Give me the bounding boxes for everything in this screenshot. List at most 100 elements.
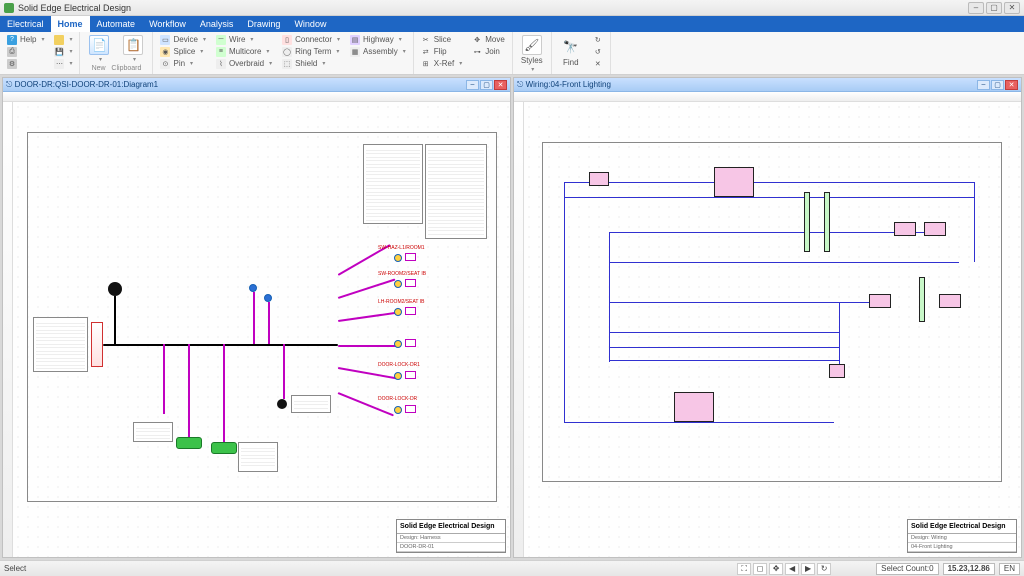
fan-node-2	[394, 280, 402, 288]
status-zoom-window[interactable]: ◻	[753, 563, 767, 575]
pane-wiring-close[interactable]: ✕	[1005, 80, 1018, 90]
pane-harness-close[interactable]: ✕	[494, 80, 507, 90]
help-button[interactable]: ?Help	[4, 34, 47, 45]
settings-button[interactable]: ⚙	[4, 58, 47, 69]
fan-label-6: DOOR-LOCK-DR	[378, 396, 417, 402]
wiring-tb-row0: Design: Wiring	[908, 534, 1016, 543]
pane-wiring-min[interactable]: –	[977, 80, 990, 90]
tab-electrical[interactable]: Electrical	[0, 16, 51, 32]
fan-tag-6	[405, 405, 416, 413]
window-minimize-button[interactable]: –	[968, 2, 984, 14]
tool-move[interactable]: ✥Move	[469, 34, 508, 45]
device-dot	[277, 399, 287, 409]
wiring-tb-main: Solid Edge Electrical Design	[908, 520, 1016, 534]
tab-window[interactable]: Window	[287, 16, 333, 32]
help-label: Help	[20, 35, 36, 44]
branch-up-2	[268, 302, 270, 344]
pane-harness-max[interactable]: ▢	[480, 80, 493, 90]
tab-workflow[interactable]: Workflow	[142, 16, 193, 32]
save-dropdown[interactable]: 💾	[51, 46, 75, 57]
statusbar: Select ⛶ ◻ ✥ ◀ ▶ ↻ Select Count:0 15.23,…	[0, 560, 1024, 576]
bw-mid4	[609, 332, 839, 333]
fan-tag-5	[405, 371, 416, 379]
wiring-canvas[interactable]: Solid Edge Electrical Design Design: Wir…	[524, 102, 1021, 557]
new-group-label: New	[92, 65, 106, 72]
ribbon-group-new: 📄 📋 New Clipboard	[80, 32, 153, 74]
insert-group-label	[157, 70, 408, 77]
comp-bar2	[824, 192, 830, 252]
insert-ringterm[interactable]: ◯Ring Term	[279, 46, 343, 57]
new-button[interactable]: 📄	[84, 34, 114, 64]
status-zoom-fit[interactable]: ⛶	[737, 563, 751, 575]
insert-highway[interactable]: ▤Highway	[347, 34, 409, 45]
insert-wire[interactable]: ─Wire	[213, 34, 275, 45]
pane-harness-titlebar[interactable]: ⎋ DOOR-DR:QSI-DOOR-DR-01:Diagram1 – ▢ ✕	[3, 78, 510, 92]
status-prev[interactable]: ◀	[785, 563, 799, 575]
app-title: Solid Edge Electrical Design	[18, 3, 131, 13]
fan-node-6	[394, 406, 402, 414]
comp-bot	[674, 392, 714, 422]
tool-slice[interactable]: ✂Slice	[418, 34, 465, 45]
pane-wiring-titlebar[interactable]: ⎋ Wiring:04-Front Lighting – ▢ ✕	[514, 78, 1021, 92]
bw-mid2	[609, 262, 959, 263]
tool-xref[interactable]: ⊞X-Ref	[418, 58, 465, 69]
wiring-tb-row1: 04-Front Lighting	[908, 543, 1016, 552]
harness-canvas[interactable]: SW-HAZ-L1/ROOM1 SW-ROOM2/SEAT IB LH-ROOM…	[13, 102, 510, 557]
fan-label-1: SW-HAZ-L1/ROOM1	[378, 245, 425, 251]
find-next[interactable]: ↻	[590, 34, 606, 45]
insert-assembly[interactable]: ▦Assembly	[347, 46, 409, 57]
ribbon-group-insert: ▭Device ◉Splice ⊙Pin ─Wire ≡Multicore ⌇O…	[153, 32, 413, 74]
harness-tb-row0: Design: Harness	[397, 534, 505, 543]
pane-wiring-max[interactable]: ▢	[991, 80, 1004, 90]
color-dropdown[interactable]	[51, 34, 75, 45]
comp-r1	[894, 222, 916, 236]
status-refresh[interactable]: ↻	[817, 563, 831, 575]
insert-multicore[interactable]: ≡Multicore	[213, 46, 275, 57]
wire-ground	[114, 296, 116, 344]
status-next[interactable]: ▶	[801, 563, 815, 575]
insert-connector[interactable]: ▯Connector	[279, 34, 343, 45]
tab-home[interactable]: Home	[51, 16, 90, 32]
insert-pin[interactable]: ⊙Pin	[157, 58, 208, 69]
insert-splice[interactable]: ◉Splice	[157, 46, 208, 57]
insert-shield[interactable]: ⬚Shield	[279, 58, 343, 69]
fan-label-3: LH-ROOM2/SEAT IB	[378, 299, 425, 305]
pane-harness-min[interactable]: –	[466, 80, 479, 90]
status-lang[interactable]: EN	[999, 563, 1020, 575]
harness-tb-main: Solid Edge Electrical Design	[397, 520, 505, 534]
branch-1-table	[133, 422, 173, 442]
fan-node-5	[394, 372, 402, 380]
find-button[interactable]: 🔭Find	[556, 34, 586, 69]
device-green-1	[176, 437, 202, 449]
comp-bar1	[804, 192, 810, 252]
find-cancel[interactable]: ✕	[590, 58, 606, 69]
window-maximize-button[interactable]: ▢	[986, 2, 1002, 14]
insert-device[interactable]: ▭Device	[157, 34, 208, 45]
branch-1	[163, 344, 165, 414]
tab-drawing[interactable]: Drawing	[240, 16, 287, 32]
window-close-button[interactable]: ✕	[1004, 2, 1020, 14]
workarea: ⎋ DOOR-DR:QSI-DOOR-DR-01:Diagram1 – ▢ ✕	[0, 75, 1024, 560]
harness-tb-row1: DOOR-DR-01	[397, 543, 505, 552]
tool-flip[interactable]: ⇄Flip	[418, 46, 465, 57]
harness-titleblock: Solid Edge Electrical Design Design: Har…	[396, 519, 506, 553]
paste-button[interactable]: 📋	[118, 34, 148, 64]
more-dropdown[interactable]: ⋯	[51, 58, 75, 69]
comp-top	[714, 167, 754, 197]
styles-button[interactable]: 🖌Styles	[517, 34, 547, 74]
device-ground	[108, 282, 122, 296]
comp-m2	[939, 294, 961, 308]
fan-tag-1	[405, 253, 416, 261]
tab-automate[interactable]: Automate	[90, 16, 143, 32]
insert-spare	[347, 58, 409, 69]
bw-mid5	[609, 347, 839, 348]
tool-join[interactable]: ⊶Join	[469, 46, 508, 57]
branch-3	[223, 344, 225, 444]
ribbon-group-styles: 🖌Styles	[513, 32, 552, 74]
status-pan[interactable]: ✥	[769, 563, 783, 575]
print-button[interactable]: ⎙	[4, 46, 47, 57]
tab-analysis[interactable]: Analysis	[193, 16, 241, 32]
find-prev[interactable]: ↺	[590, 46, 606, 57]
connector-main	[91, 322, 103, 367]
insert-overbraid[interactable]: ⌇Overbraid	[213, 58, 275, 69]
